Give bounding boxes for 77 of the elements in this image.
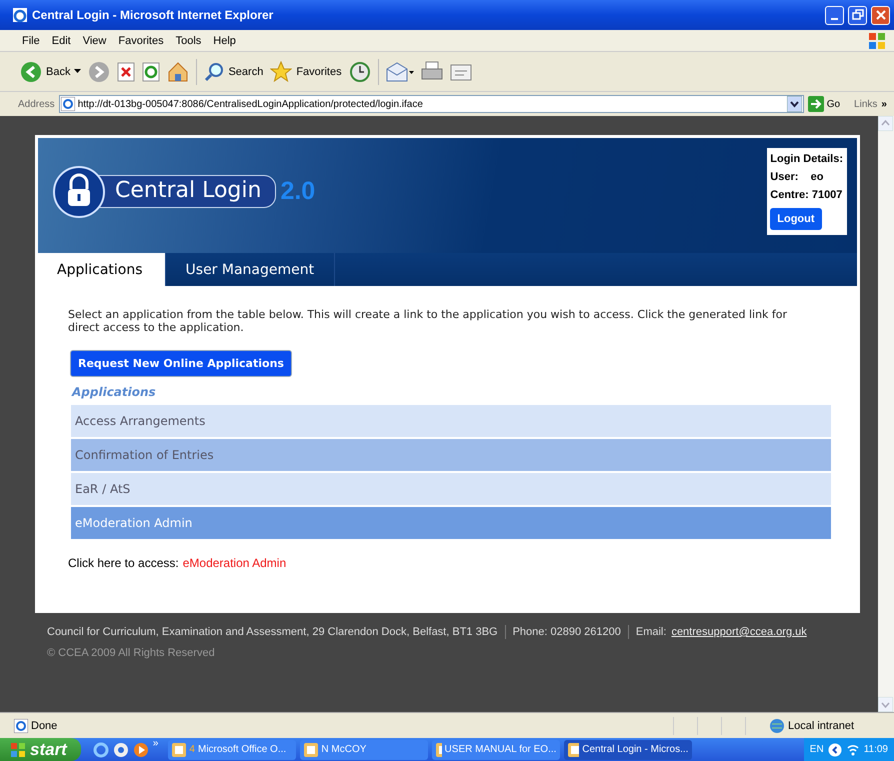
tab[interactable]: Applications [38,253,166,286]
window-icon [304,742,318,756]
centre-label: Centre: 71007 [770,188,843,203]
phone-text: Phone: 02890 261200 [512,626,621,638]
minimize-icon [831,18,838,20]
window-icon [172,742,186,756]
user-label: User: eo [770,170,824,185]
application-link[interactable]: eModeration Admin [182,556,286,570]
logout-button[interactable]: Logout [770,208,822,230]
email-label: Email: [636,626,666,638]
globe-icon [769,718,785,734]
taskbar-button[interactable]: Central Login - Micros... [564,740,692,760]
window-title: Central Login - Microsoft Internet Explorer [32,8,274,22]
version-label: 2.0 [280,177,316,206]
restore-button[interactable] [848,6,867,24]
status-text: Done [31,720,58,732]
more-links-button[interactable]: » [881,98,887,110]
windows-logo-icon [10,742,26,758]
go-button[interactable]: Go [808,96,840,112]
copyright-text: © CCEA 2009 All Rights Reserved [47,647,216,659]
go-arrow-icon [808,96,824,112]
request-applications-button[interactable]: Request New Online Applications [70,350,292,377]
taskbar-button[interactable]: N McCOY [300,740,428,760]
application-row[interactable]: Confirmation of Entries [71,439,831,471]
restore-icon [852,9,864,21]
favorites-button[interactable]: Favorites [270,60,342,82]
browser-icon [12,7,28,23]
back-button[interactable]: Back [20,60,82,82]
forward-button[interactable] [88,60,110,82]
minimize-button[interactable] [825,6,844,24]
app-icon[interactable] [112,742,129,758]
clock: 11:09 [864,744,888,755]
login-details-title: Login Details: [770,152,843,167]
refresh-icon[interactable] [142,62,160,82]
dropdown-icon[interactable] [786,96,802,112]
star-icon [270,60,292,82]
chevron-icon[interactable] [828,742,842,756]
email-link[interactable]: centresupport@ccea.org.uk [671,626,807,638]
menu-item[interactable]: View [82,34,106,46]
tab[interactable]: User Management [166,253,336,286]
close-button[interactable] [871,6,890,24]
stop-icon[interactable] [117,62,136,82]
taskbar-button[interactable]: USER MANUAL for EO... [432,740,560,760]
menu-item[interactable]: Edit [52,34,71,46]
home-icon[interactable] [167,60,190,82]
media-player-icon[interactable] [132,742,149,758]
window-icon [568,742,580,756]
browser-icon[interactable] [92,742,109,758]
caret-icon [74,69,82,74]
links-button[interactable]: Links [854,98,878,110]
application-row[interactable]: Access Arrangements [71,405,831,437]
applications-heading: Applications [72,385,157,399]
page-icon [14,718,28,732]
search-button[interactable]: Search [204,62,264,82]
mail-icon[interactable] [386,60,414,82]
menu-item[interactable]: File [22,34,40,46]
address-field[interactable]: http://dt-013bg-005047:8086/CentralisedLoginApplication/protected/login.iface [58,95,804,113]
menu-item[interactable]: Help [213,34,236,46]
zone-text: Local intranet [788,720,856,732]
printer-icon[interactable] [420,60,443,82]
padlock-icon [52,164,106,218]
access-label: Click here to access: [68,556,179,570]
windows-logo-icon [868,32,886,50]
taskbar-button[interactable]: 4 Microsoft Office O... [168,740,296,760]
address-text: Council for Curriculum, Examination and Assessment, 29 Clarendon Dock, Belfast, BT1 3BG [47,626,498,638]
wireless-icon[interactable] [846,742,860,756]
application-row[interactable]: EaR / AtS [71,473,831,505]
menu-item[interactable]: Tools [176,34,202,46]
close-icon [874,9,886,21]
address-label: Address [18,98,55,110]
search-icon [204,62,224,82]
history-icon[interactable] [348,60,371,82]
menu-item[interactable]: Favorites [118,34,164,46]
page-icon [60,97,75,111]
window-icon [436,742,442,756]
instruction-text: Select an application from the table below. This will create a link to the application you wish to access. Click the generated link for direct access to the application. [68,308,788,334]
more-button[interactable]: » [152,738,158,749]
